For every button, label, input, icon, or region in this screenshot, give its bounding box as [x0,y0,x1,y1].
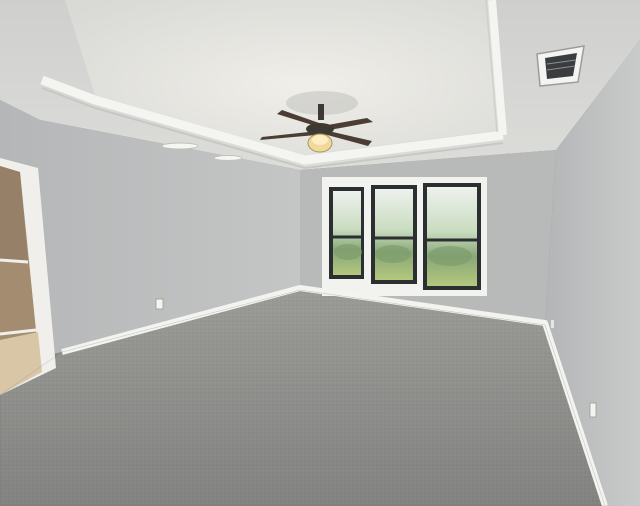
wall-outlet [155,298,164,310]
recessed-light [161,142,199,150]
room-photo [0,0,640,506]
wall-outlet [551,320,554,328]
triple-window [322,177,487,296]
recessed-light [213,155,243,161]
wall-outlet [589,402,597,418]
